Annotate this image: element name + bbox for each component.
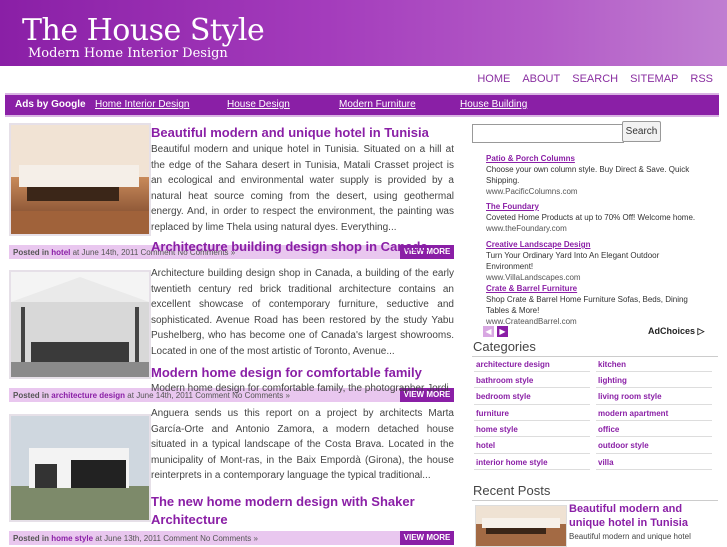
ad-link-house-design[interactable]: House Design	[227, 99, 290, 110]
category-link[interactable]: home style	[476, 425, 518, 434]
adchoices-label: AdChoices	[648, 326, 696, 336]
meta-prefix: Posted in	[13, 534, 50, 543]
divider	[474, 387, 590, 388]
category-link[interactable]: furniture	[476, 409, 509, 418]
category-link[interactable]: villa	[598, 458, 614, 467]
view-more-button[interactable]: VIEW MORE	[400, 531, 454, 545]
category-link[interactable]: office	[598, 425, 619, 434]
ad-url[interactable]: www.theFoundary.com	[486, 223, 708, 234]
sidebar-ad[interactable]: The Foundary Coveted Home Products at up…	[486, 201, 708, 234]
divider	[472, 356, 718, 357]
detached-house-photo	[11, 416, 149, 520]
recent-post-excerpt: Beautiful modern and unique hotel	[569, 532, 691, 541]
ad-url[interactable]: www.VillaLandscapes.com	[486, 272, 708, 283]
recent-post-thumbnail[interactable]	[475, 505, 567, 547]
ad-link-home-interior-design[interactable]: Home Interior Design	[95, 99, 189, 110]
divider	[474, 453, 590, 454]
divider	[596, 371, 712, 372]
ad-link-modern-furniture[interactable]: Modern Furniture	[339, 99, 416, 110]
meta-category-link[interactable]: hotel	[51, 248, 70, 257]
top-nav: HOME ABOUT SEARCH SITEMAP RSS	[471, 73, 719, 85]
ad-title[interactable]: Creative Landscape Design	[486, 239, 708, 250]
ad-prev-icon[interactable]: ◀	[483, 326, 494, 337]
post-title[interactable]: Architecture building design shop in Can…	[151, 239, 428, 254]
site-header: The House Style Modern Home Interior Des…	[0, 0, 727, 66]
divider	[596, 420, 712, 421]
ad-description: Coveted Home Products at up to 70% Off! …	[486, 213, 696, 222]
nav-rss[interactable]: RSS	[684, 73, 719, 85]
post-excerpt: Anguera sends us this report on a projec…	[151, 408, 454, 482]
divider	[596, 436, 712, 437]
category-link[interactable]: kitchen	[598, 360, 626, 369]
ad-title[interactable]: The Foundary	[486, 201, 708, 212]
recent-post-title[interactable]: Beautiful modern and unique hotel in Tun…	[569, 502, 719, 530]
hotel-photo	[476, 506, 566, 546]
divider	[596, 469, 712, 470]
category-link[interactable]: outdoor style	[598, 441, 649, 450]
hotel-photo	[11, 125, 149, 234]
post-thumbnail[interactable]	[9, 123, 151, 236]
ad-description: Choose your own column style. Buy Direct…	[486, 165, 690, 185]
post-title[interactable]: Modern home design for comfortable famil…	[151, 365, 422, 380]
category-link[interactable]: lighting	[598, 376, 627, 385]
post-title[interactable]: Beautiful modern and unique hotel in Tun…	[151, 125, 429, 140]
ad-title[interactable]: Patio & Porch Columns	[486, 153, 708, 164]
ad-url[interactable]: www.PacificColumns.com	[486, 186, 708, 197]
category-link[interactable]: interior home style	[476, 458, 548, 467]
divider	[596, 453, 712, 454]
post-title-continued[interactable]: Architecture	[151, 512, 228, 527]
ads-by-google-label[interactable]: Ads by Google	[15, 99, 86, 110]
recent-posts-heading: Recent Posts	[473, 483, 551, 498]
divider	[596, 387, 712, 388]
site-tagline: Modern Home Interior Design	[28, 46, 228, 61]
nav-sitemap[interactable]: SITEMAP	[624, 73, 684, 85]
nav-about[interactable]: ABOUT	[516, 73, 566, 85]
ad-title[interactable]: Crate & Barrel Furniture	[486, 283, 708, 294]
ad-link-house-building[interactable]: House Building	[460, 99, 527, 110]
category-link[interactable]: bathroom style	[476, 376, 533, 385]
ad-description: Turn Your Ordinary Yard Into An Elegant …	[486, 251, 660, 271]
category-link[interactable]: living room style	[598, 392, 662, 401]
post-thumbnail[interactable]	[9, 414, 151, 522]
divider	[474, 371, 590, 372]
sidebar-ad[interactable]: Patio & Porch Columns Choose your own co…	[486, 153, 708, 197]
nav-home[interactable]: HOME	[471, 73, 516, 85]
sidebar-ad[interactable]: Creative Landscape Design Turn Your Ordi…	[486, 239, 708, 283]
post-meta-bar: Posted in home style at June 13th, 2011 …	[9, 531, 454, 545]
nav-search[interactable]: SEARCH	[566, 73, 624, 85]
meta-prefix: Posted in	[13, 248, 50, 257]
meta-category-link[interactable]: architecture design	[51, 391, 125, 400]
post-thumbnail[interactable]	[9, 270, 151, 379]
shop-interior-photo	[11, 272, 149, 377]
category-link[interactable]: hotel	[476, 441, 495, 450]
meta-date: at June 13th, 2011	[95, 534, 161, 543]
post-excerpt: Beautiful modern and unique hotel in Tun…	[151, 144, 454, 233]
post-excerpt-lead: Modern home design for comfortable famil…	[151, 383, 449, 394]
post-excerpt: Architecture building design shop in Can…	[151, 268, 454, 357]
categories-heading: Categories	[473, 339, 536, 354]
category-link[interactable]: architecture design	[476, 360, 550, 369]
search-input[interactable]	[472, 124, 624, 143]
meta-category-link[interactable]: home style	[51, 534, 93, 543]
site-title[interactable]: The House Style	[22, 13, 265, 48]
adchoices-link[interactable]: AdChoices ▷	[648, 326, 704, 337]
meta-prefix: Posted in	[13, 391, 50, 400]
divider	[474, 436, 590, 437]
category-link[interactable]: bedroom style	[476, 392, 531, 401]
post-title[interactable]: The new home modern design with Shaker	[151, 494, 415, 509]
divider	[596, 404, 712, 405]
ad-link-bar: Ads by Google Home Interior Design House…	[5, 93, 719, 117]
category-link[interactable]: modern apartment	[598, 409, 668, 418]
sidebar-ad[interactable]: Crate & Barrel Furniture Shop Crate & Ba…	[486, 283, 708, 327]
divider	[472, 500, 718, 501]
adchoices-icon: ▷	[697, 326, 705, 336]
divider	[474, 420, 590, 421]
ad-description: Shop Crate & Barrel Home Furniture Sofas…	[486, 295, 688, 315]
divider	[474, 404, 590, 405]
ad-next-icon[interactable]: ▶	[497, 326, 508, 337]
meta-date: at June 14th, 2011	[72, 248, 139, 257]
divider	[474, 469, 590, 470]
meta-comments[interactable]: Comment No Comments »	[163, 534, 258, 543]
search-button[interactable]: Search	[622, 121, 661, 142]
